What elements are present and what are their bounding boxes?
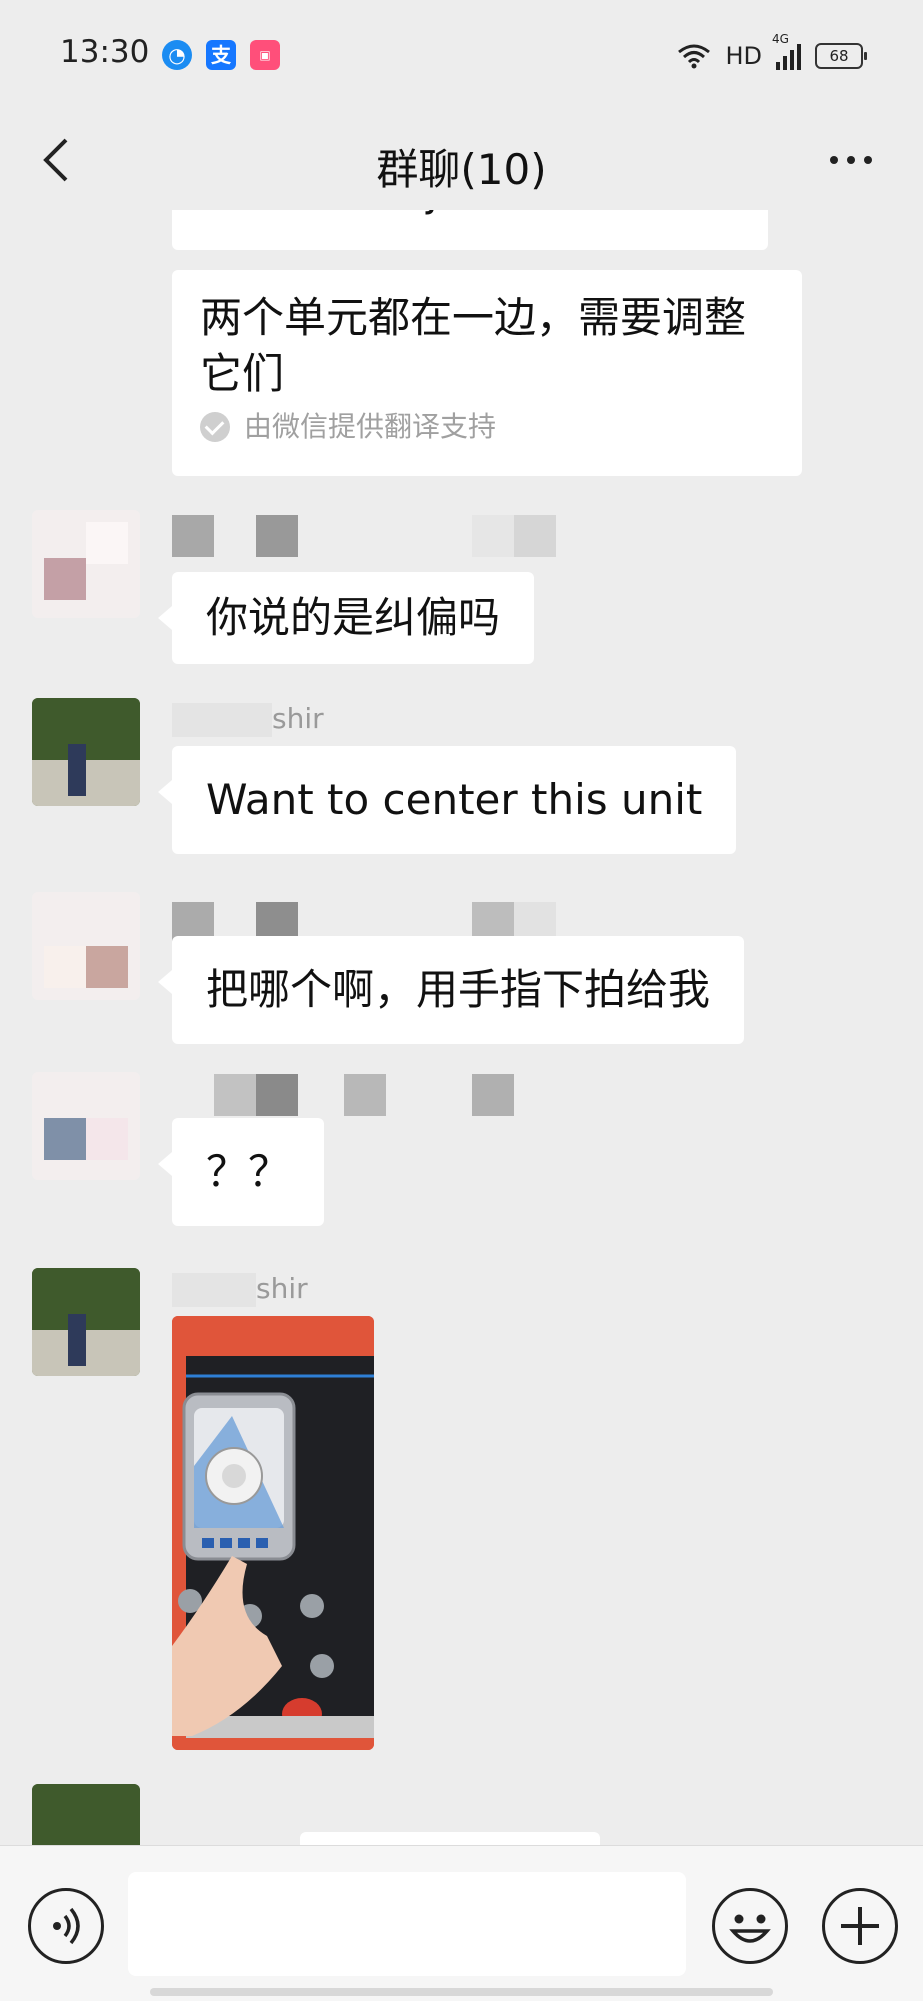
check-circle-icon [200, 412, 230, 442]
message-bubble[interactable]: Want to center this unit [157, 746, 737, 854]
blurred-sender-name [172, 1074, 558, 1116]
voice-button[interactable] [28, 1888, 104, 1964]
image-message[interactable] [172, 1316, 374, 1750]
battery-icon: 68 [815, 43, 867, 69]
alipay-icon: 支 [206, 40, 236, 70]
input-bar [0, 1845, 923, 2001]
qq-browser-icon: ◔ [162, 40, 192, 70]
control-panel-photo [172, 1316, 374, 1750]
message-list[interactable]: need to adjust them 两个单元都在一边，需要调整它们 由微信提… [0, 210, 923, 1845]
emoji-button[interactable] [712, 1888, 788, 1964]
plus-icon [841, 1907, 879, 1945]
network-label: HD [725, 42, 762, 70]
status-bar: 13:30 ◔ 支 ▣ HD 4G 68 [0, 0, 923, 110]
sender-name: shir [172, 1272, 308, 1307]
blurred-sender-name [172, 515, 558, 557]
message-text: 你说的是纠偏吗 [206, 593, 501, 642]
add-button[interactable] [822, 1888, 898, 1964]
more-dots-icon [830, 156, 838, 164]
message-bubble[interactable]: need to adjust them [172, 210, 768, 250]
voice-icon [53, 1907, 80, 1945]
message-text: ？？ [206, 1147, 291, 1196]
avatar[interactable] [32, 892, 140, 1000]
avatar[interactable] [32, 1072, 140, 1180]
emoji-icon [729, 1914, 771, 1943]
message-bubble[interactable]: 你说的是纠偏吗 [157, 572, 535, 664]
message-text: Want to center this unit [206, 775, 703, 824]
translation-bubble[interactable]: 两个单元都在一边，需要调整它们 由微信提供翻译支持 [172, 270, 802, 476]
sender-name: shir [172, 702, 324, 737]
status-indicators: HD 4G 68 [677, 32, 867, 74]
translation-text: 两个单元都在一边，需要调整它们 [200, 293, 747, 398]
more-button[interactable] [815, 130, 887, 190]
message-bubble[interactable]: 把哪个啊，用手指下拍给我 [157, 936, 745, 1044]
signal-icon: 4G [772, 32, 801, 70]
avatar[interactable] [32, 1784, 140, 1845]
pinduoduo-icon: ▣ [250, 40, 280, 70]
avatar[interactable] [32, 510, 140, 618]
avatar[interactable] [32, 698, 140, 806]
home-indicator [150, 1988, 773, 1996]
wifi-icon [678, 44, 711, 69]
nav-bar: 群聊(10) [0, 110, 923, 210]
chat-title: 群聊(10) [376, 145, 547, 194]
status-time: 13:30 [60, 34, 150, 70]
message-bubble[interactable] [300, 1832, 600, 1845]
avatar[interactable] [32, 1268, 140, 1376]
message-text: 把哪个啊，用手指下拍给我 [206, 965, 711, 1014]
message-text: need to adjust them [200, 210, 740, 220]
message-bubble[interactable]: ？？ [157, 1118, 325, 1226]
translation-note: 由微信提供翻译支持 [200, 410, 774, 444]
message-input[interactable] [128, 1872, 686, 1976]
